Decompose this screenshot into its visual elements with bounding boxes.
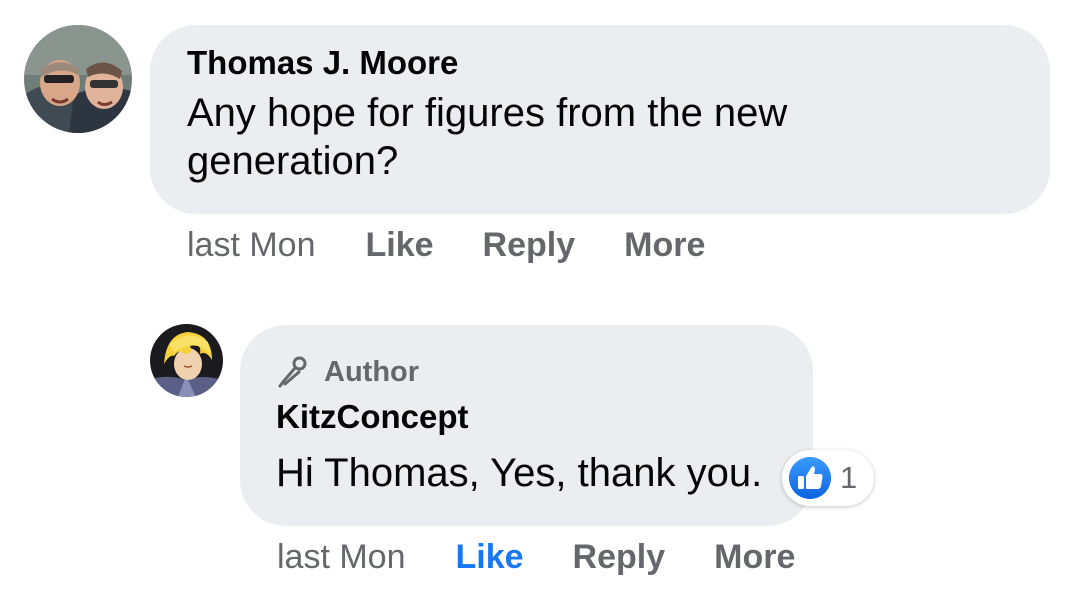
user-photo-icon — [24, 25, 132, 133]
comment-actions: last Mon Like Reply More — [187, 226, 705, 265]
reply-text: Hi Thomas, Yes, thank you. — [276, 451, 763, 495]
comment-bubble[interactable]: Thomas J. Moore Any hope for figures fro… — [150, 25, 1050, 214]
reply-author-name[interactable]: KitzConcept — [276, 397, 777, 437]
comment-like-button[interactable]: Like — [366, 226, 434, 265]
author-badge: Author — [276, 353, 777, 391]
comment-reply-button[interactable]: Reply — [483, 226, 576, 265]
comment-text: Any hope for figures from the new genera… — [187, 91, 788, 183]
commenter-avatar[interactable] — [24, 25, 132, 133]
anime-character-icon — [150, 324, 223, 397]
comment-timestamp[interactable]: last Mon — [187, 226, 316, 265]
thumbs-up-icon — [788, 456, 832, 500]
reply-reply-button[interactable]: Reply — [573, 538, 666, 577]
reply-actions: last Mon Like Reply More — [277, 538, 795, 577]
reply-author-avatar[interactable] — [150, 324, 223, 397]
reply-like-button[interactable]: Like — [456, 538, 524, 577]
reply-bubble[interactable]: Author KitzConcept Hi Thomas, Yes, thank… — [240, 325, 813, 526]
reaction-count: 1 — [840, 460, 858, 495]
reply-timestamp[interactable]: last Mon — [277, 538, 406, 577]
author-badge-label: Author — [324, 355, 420, 388]
comment-more-button[interactable]: More — [624, 226, 705, 265]
microphone-icon — [278, 356, 307, 388]
comment-author-name[interactable]: Thomas J. Moore — [187, 43, 1014, 83]
reply-more-button[interactable]: More — [714, 538, 795, 577]
reaction-summary[interactable]: 1 — [782, 450, 874, 506]
